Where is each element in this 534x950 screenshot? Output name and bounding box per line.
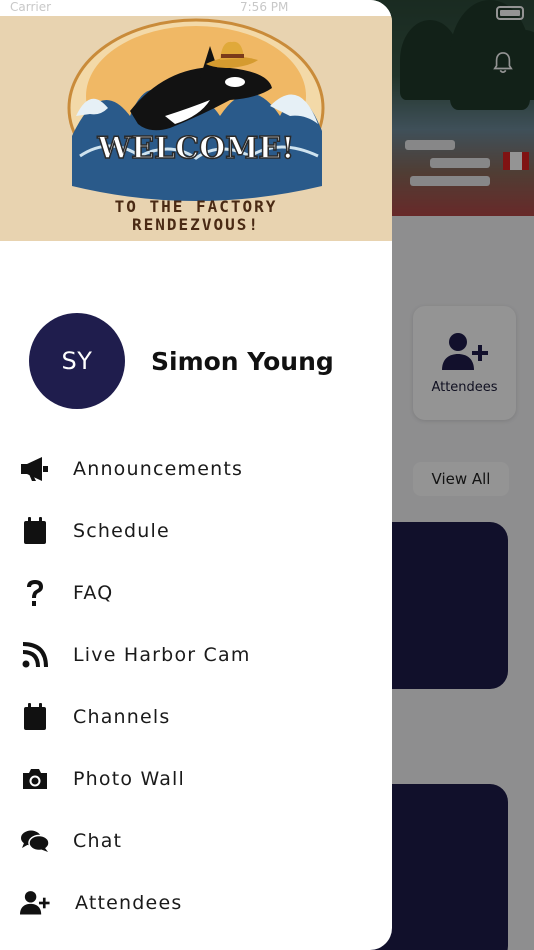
welcome-text: WELCOME! — [97, 131, 295, 166]
menu-item-label: Chat — [73, 830, 123, 852]
menu-item-live-harbor-cam[interactable]: Live Harbor Cam — [0, 624, 392, 686]
status-time: 7:56 PM — [240, 0, 289, 14]
megaphone-icon — [20, 454, 50, 484]
calendar-icon — [20, 516, 50, 546]
camera-icon — [20, 764, 50, 794]
banner-subtitle-line2: RENDEZVOUS! — [132, 215, 260, 234]
menu-item-label: Announcements — [73, 458, 244, 480]
calendar-icon — [20, 702, 50, 732]
navigation-drawer: Carrier 7:56 PM WELCOME! TO THE FACTORY — [0, 0, 392, 950]
menu-item-faq[interactable]: FAQ — [0, 562, 392, 624]
menu-item-chat[interactable]: Chat — [0, 810, 392, 872]
banner-subtitle-line1: TO THE FACTORY — [115, 197, 278, 216]
user-name: Simon Young — [151, 346, 334, 376]
user-plus-icon — [20, 888, 50, 918]
menu-item-label: Schedule — [73, 520, 170, 542]
drawer-menu: Announcements Schedule FAQ Live Harbor C… — [0, 438, 392, 934]
menu-item-label: Live Harbor Cam — [73, 644, 251, 666]
menu-item-channels[interactable]: Channels — [0, 686, 392, 748]
menu-item-schedule[interactable]: Schedule — [0, 500, 392, 562]
event-banner: WELCOME! TO THE FACTORY RENDEZVOUS! — [0, 16, 392, 241]
avatar[interactable]: SY — [29, 313, 125, 409]
menu-item-label: Channels — [73, 706, 171, 728]
menu-item-label: Photo Wall — [73, 768, 186, 790]
chat-bubbles-icon — [20, 826, 50, 856]
menu-item-announcements[interactable]: Announcements — [0, 438, 392, 500]
menu-item-photo-wall[interactable]: Photo Wall — [0, 748, 392, 810]
carrier-label: Carrier — [10, 0, 52, 14]
rss-icon — [20, 640, 50, 670]
menu-item-label: FAQ — [73, 582, 114, 604]
status-bar: Carrier 7:56 PM — [0, 0, 392, 16]
question-icon — [20, 578, 50, 608]
menu-item-attendees[interactable]: Attendees — [0, 872, 392, 934]
user-profile[interactable]: SY Simon Young — [29, 313, 369, 409]
menu-item-label: Attendees — [75, 892, 183, 914]
welcome-logo: WELCOME! TO THE FACTORY RENDEZVOUS! — [67, 18, 325, 234]
